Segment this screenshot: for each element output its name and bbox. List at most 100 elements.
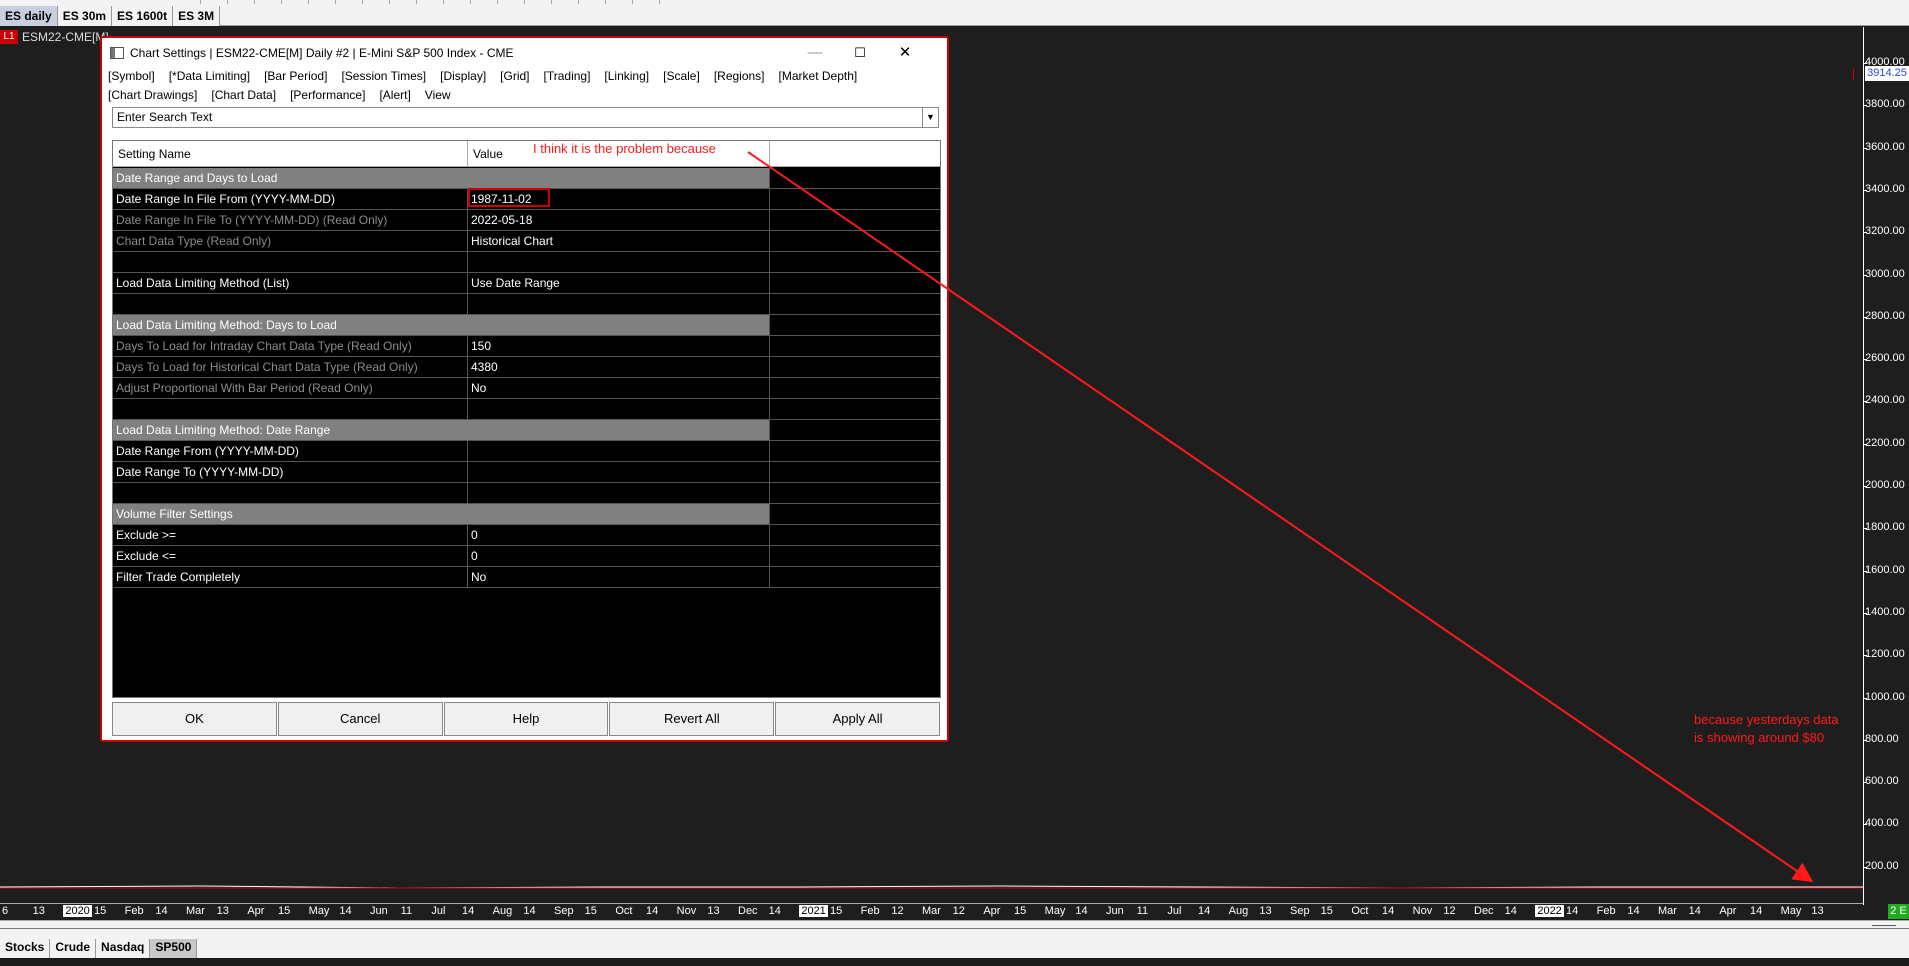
setting-extra (770, 357, 940, 377)
ok-button[interactable]: OK (112, 702, 277, 736)
chart-tab[interactable]: ES 30m (57, 6, 113, 26)
setting-value[interactable]: No (468, 567, 770, 587)
minimize-icon[interactable]: — (792, 38, 838, 68)
dialog-button-row: OK Cancel Help Revert All Apply All (112, 702, 941, 737)
settings-tab[interactable]: [Trading] (544, 69, 591, 83)
setting-name: Exclude >= (113, 525, 468, 545)
y-tick-label: 3400.00 (1865, 182, 1905, 195)
setting-extra (770, 420, 940, 440)
chevron-down-icon[interactable]: ▼ (922, 108, 938, 127)
close-icon[interactable]: ✕ (882, 38, 928, 68)
cancel-button[interactable]: Cancel (277, 702, 443, 736)
y-tick-label: 2200.00 (1865, 436, 1905, 449)
settings-tab[interactable]: [Session Times] (341, 69, 426, 83)
setting-name: Date Range In File From (YYYY-MM-DD) (113, 189, 468, 209)
setting-row[interactable]: Filter Trade Completely No (113, 567, 940, 588)
x-tick-label: 15 (830, 905, 843, 917)
setting-row[interactable]: Exclude <= 0 (113, 546, 940, 567)
x-tick-label: Feb (1596, 905, 1616, 917)
setting-row[interactable]: Date Range In File To (YYYY-MM-DD) (Read… (113, 210, 940, 231)
x-tick-label: 13 (216, 905, 229, 917)
dialog-titlebar[interactable]: Chart Settings | ESM22-CME[M] Daily #2 |… (102, 38, 947, 68)
setting-row[interactable]: Days To Load for Historical Chart Data T… (113, 357, 940, 378)
last-price-tag: 3914.25 (1865, 66, 1909, 81)
highlight-box (468, 188, 550, 207)
setting-name: Date Range and Days to Load (113, 168, 770, 188)
search-input[interactable]: Enter Search Text ▼ (112, 107, 939, 128)
chart-tab[interactable]: ES 1600t (112, 6, 174, 26)
x-tick-label: Jun (370, 905, 388, 917)
setting-value[interactable]: Use Date Range (468, 273, 770, 293)
x-tick-label: Dec (1474, 905, 1494, 917)
setting-name: Load Data Limiting Method: Date Range (113, 420, 770, 440)
x-tick-label: Nov (1412, 905, 1433, 917)
x-tick-label: 12 (891, 905, 904, 917)
x-tick-year: 2020 (63, 905, 92, 917)
chartbook-tab[interactable]: Stocks (0, 939, 51, 958)
settings-tab[interactable]: [Alert] (379, 88, 410, 102)
settings-tab[interactable]: [Regions] (714, 69, 765, 83)
x-tick-label: 11 (400, 905, 413, 917)
setting-extra (770, 525, 940, 545)
setting-row[interactable]: Days To Load for Intraday Chart Data Typ… (113, 336, 940, 357)
settings-tab[interactable]: [Chart Data] (211, 88, 276, 102)
settings-tab[interactable]: [Symbol] (108, 69, 155, 83)
x-tick-label: May (1780, 905, 1802, 917)
settings-tab[interactable]: [Market Depth] (779, 69, 858, 83)
maximize-icon[interactable]: ☐ (837, 38, 883, 68)
y-tick-label: 3200.00 (1865, 225, 1905, 238)
x-tick-label: Mar (1658, 905, 1677, 917)
setting-row[interactable]: Adjust Proportional With Bar Period (Rea… (113, 378, 940, 399)
x-tick-label: 15 (278, 905, 291, 917)
settings-tab[interactable]: [Display] (440, 69, 486, 83)
annotation-bottom-line1: because yesterdays data (1694, 712, 1839, 727)
setting-row[interactable]: Date Range From (YYYY-MM-DD) (113, 441, 940, 462)
apply-all-button[interactable]: Apply All (775, 702, 940, 736)
settings-tab[interactable]: [Performance] (290, 88, 365, 102)
setting-value (468, 399, 770, 419)
y-tick-label: 2600.00 (1865, 352, 1905, 365)
setting-row[interactable]: Date Range To (YYYY-MM-DD) (113, 462, 940, 483)
column-header-setting-name[interactable]: Setting Name (113, 141, 468, 166)
chart-tab[interactable]: ES 3M (173, 6, 221, 26)
revert-all-button[interactable]: Revert All (609, 702, 775, 736)
bottom-minimize-icon[interactable] (1872, 925, 1896, 926)
x-tick-label: 14 (155, 905, 168, 917)
setting-row[interactable]: Load Data Limiting Method (List) Use Date… (113, 273, 940, 294)
top-tick (443, 0, 444, 4)
setting-value: No (468, 378, 770, 398)
setting-value[interactable] (468, 462, 770, 482)
setting-row[interactable]: Chart Data Type (Read Only) Historical Ch… (113, 231, 940, 252)
setting-value[interactable]: 0 (468, 546, 770, 566)
x-tick-label: 15 (1014, 905, 1027, 917)
app-icon (110, 47, 124, 59)
chart-tab[interactable]: ES daily (0, 6, 58, 26)
section-header-row: Volume Filter Settings (113, 504, 940, 525)
chartbook-tab[interactable]: Crude (50, 939, 97, 958)
settings-tab[interactable]: [*Data Limiting] (169, 69, 250, 83)
settings-tab[interactable]: [Grid] (500, 69, 529, 83)
settings-tab[interactable]: [Linking] (604, 69, 649, 83)
top-tick (308, 0, 309, 4)
chartbook-tab[interactable]: Nasdaq (96, 939, 151, 958)
setting-extra (770, 399, 940, 419)
setting-row[interactable]: Exclude >= 0 (113, 525, 940, 546)
setting-extra (770, 252, 940, 272)
chartbook-tab[interactable]: SP500 (150, 939, 198, 958)
settings-tab[interactable]: [Chart Drawings] (108, 88, 197, 102)
price-series-line (0, 885, 1863, 889)
settings-tab[interactable]: [Bar Period] (264, 69, 327, 83)
x-tick-label: 14 (1382, 905, 1395, 917)
x-tick-label: 14 (1504, 905, 1517, 917)
setting-extra (770, 273, 940, 293)
price-axis[interactable] (1863, 27, 1909, 905)
x-tick-label: 15 (1320, 905, 1333, 917)
setting-value[interactable] (468, 441, 770, 461)
help-button[interactable]: Help (443, 702, 609, 736)
settings-tab[interactable]: [Scale] (663, 69, 700, 83)
setting-extra (770, 378, 940, 398)
setting-value[interactable]: 0 (468, 525, 770, 545)
x-tick-label: 12 (1443, 905, 1456, 917)
top-tick (362, 0, 363, 4)
settings-tab[interactable]: View (425, 88, 451, 102)
